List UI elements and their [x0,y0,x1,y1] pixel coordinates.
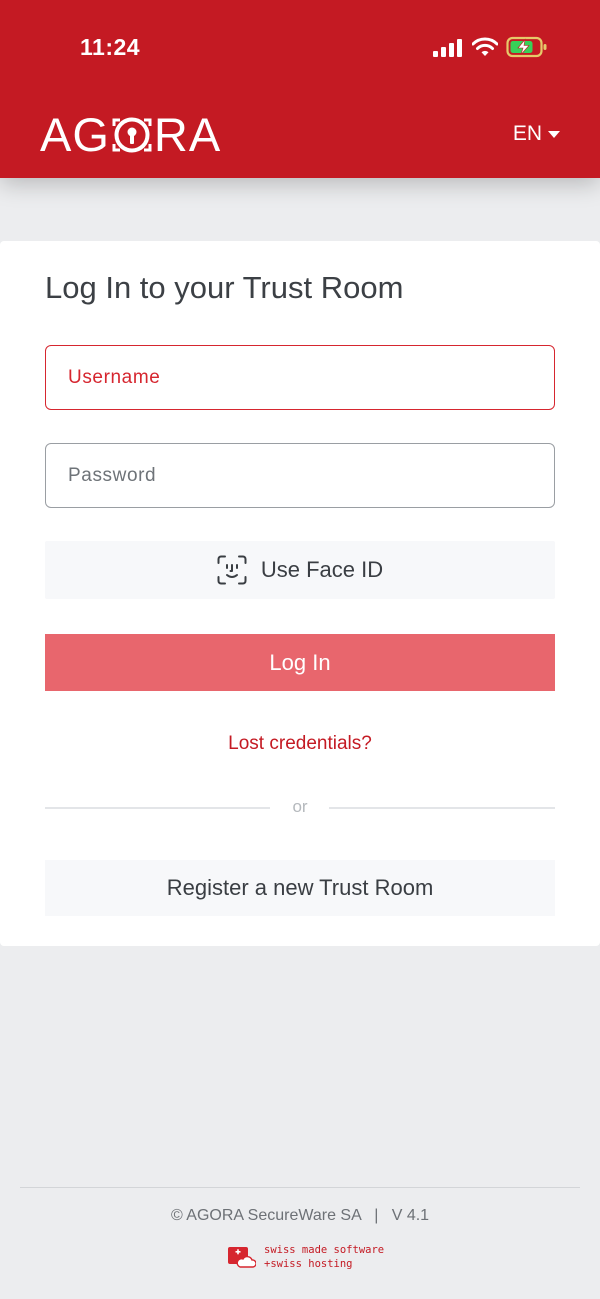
signal-icon [433,39,462,57]
face-id-icon [217,555,247,585]
logo-text-prefix: AG [40,108,110,161]
swiss-line-1: swiss made software [264,1244,385,1256]
footer-divider [20,1187,580,1188]
logo-lock-icon [112,117,152,153]
swiss-made-badge: swiss made software +swiss hosting [226,1243,384,1271]
language-selector[interactable]: EN [513,122,560,146]
wifi-icon [472,37,498,56]
username-input[interactable] [45,345,555,410]
page-title: Log In to your Trust Room [45,270,404,305]
swiss-line-2: +swiss hosting [264,1258,353,1270]
lost-credentials-link[interactable]: Lost credentials? [0,733,600,755]
copyright-text: © AGORA SecureWare SA | V 4.1 [170,1207,430,1224]
footer-copyright: © AGORA SecureWare SA | V 4.1 [0,1207,600,1225]
or-separator: or [292,797,308,816]
app-header: 11:24 AG RA EN [0,0,600,178]
battery-charging-icon [506,36,547,58]
agora-logo: AG RA [40,108,222,161]
face-id-label: Use Face ID [260,557,384,582]
logo-text-suffix: RA [153,108,222,161]
language-label: EN [512,122,542,145]
status-time: 11:24 [80,34,141,60]
swiss-cloud-icon [228,1247,256,1268]
caret-down-icon [548,130,560,138]
swiss-text: swiss made software +swiss hosting [264,1243,384,1271]
divider-right [329,807,555,809]
face-id-button[interactable]: Use Face ID [45,541,555,599]
password-input[interactable] [45,443,555,508]
register-button[interactable]: Register a new Trust Room [45,860,555,916]
divider-left [45,807,270,809]
login-button[interactable]: Log In [45,634,555,691]
